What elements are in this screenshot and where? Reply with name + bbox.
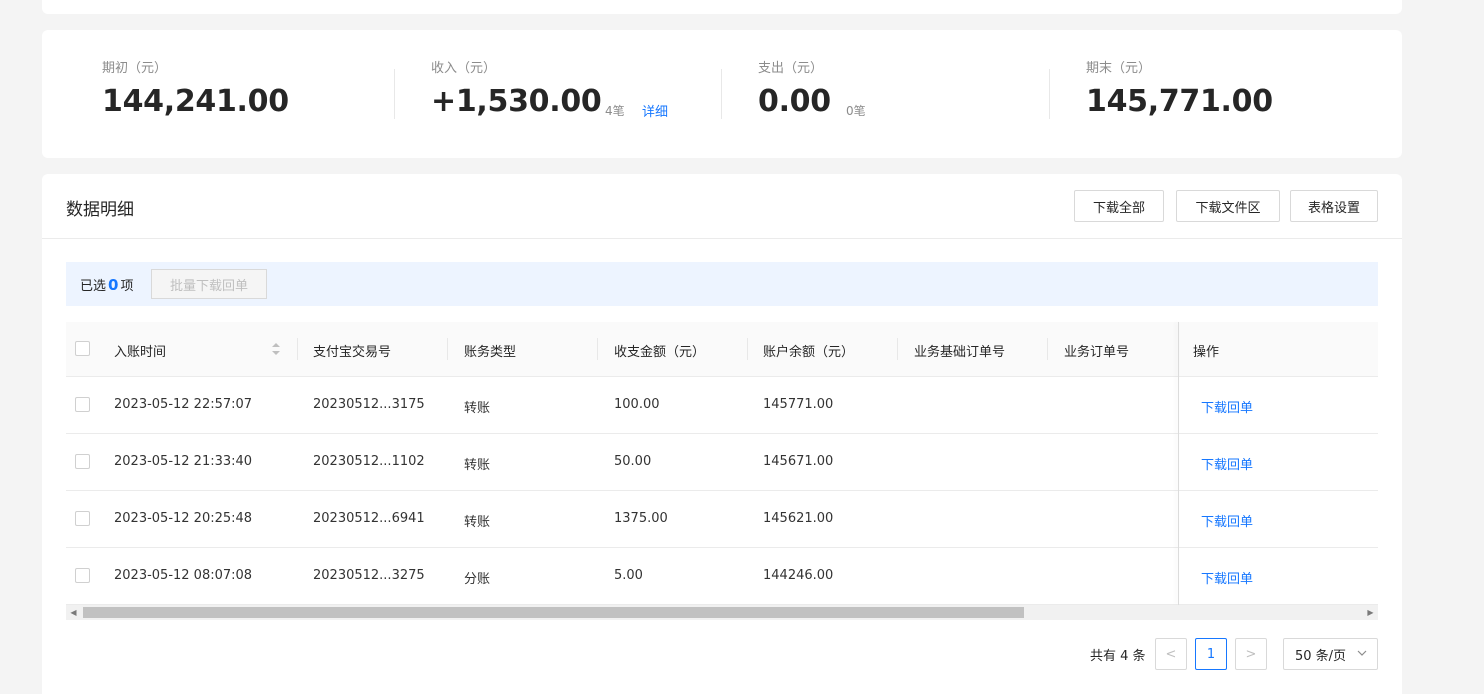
col-sep (747, 338, 748, 360)
batch-download-button[interactable]: 批量下载回单 (151, 269, 267, 299)
col-balance: 账户余额（元） (763, 345, 855, 360)
chevron-left-icon[interactable]: < (1155, 638, 1187, 670)
select-all-checkbox[interactable] (75, 341, 90, 356)
income-detail-link[interactable]: 详细 (642, 101, 668, 120)
stat-value: +1,530.00 (431, 84, 602, 119)
chevron-down-icon (1357, 648, 1367, 661)
col-amount: 收支金额（元） (614, 345, 706, 360)
download-receipt-link[interactable]: 下载回单 (1201, 568, 1253, 587)
col-sep (447, 338, 448, 360)
fixed-column-divider (1178, 322, 1179, 605)
table-row: 2023-05-12 21:33:40 20230512...1102 转账 5… (66, 434, 1378, 491)
row-checkbox[interactable] (75, 397, 90, 412)
col-sep (897, 338, 898, 360)
cell-balance: 145621.00 (763, 511, 834, 526)
cell-type: 转账 (464, 515, 491, 530)
detail-title: 数据明细 (66, 200, 134, 220)
cell-trade-no: 20230512...3175 (313, 397, 425, 412)
row-checkbox[interactable] (75, 454, 90, 469)
stat-count: 4笔 (605, 104, 625, 118)
stat-label: 收入（元） (431, 61, 497, 76)
selection-suffix: 项 (120, 279, 134, 294)
col-time[interactable]: 入账时间 (114, 341, 166, 360)
selection-count: 0 (108, 276, 119, 294)
col-type: 账务类型 (464, 345, 517, 360)
selection-prefix: 已选 (80, 279, 107, 294)
cell-balance: 145671.00 (763, 454, 834, 469)
cell-amount: 5.00 (614, 568, 643, 583)
cell-trade-no: 20230512...6941 (313, 511, 425, 526)
top-card (42, 0, 1402, 14)
col-order: 业务订单号 (1064, 345, 1130, 360)
detail-header: 数据明细 下载全部 下载文件区 表格设置 (42, 174, 1402, 239)
stat-label: 期初（元） (102, 61, 168, 76)
page-number-button[interactable]: 1 (1195, 638, 1227, 670)
page-size-value: 50 条/页 (1295, 648, 1347, 664)
cell-time: 2023-05-12 08:07:08 (114, 568, 253, 583)
row-checkbox[interactable] (75, 511, 90, 526)
col-action: 操作 (1193, 345, 1220, 360)
divider (1049, 69, 1050, 119)
cell-amount: 1375.00 (614, 511, 668, 526)
cell-time: 2023-05-12 21:33:40 (114, 454, 253, 469)
cell-type: 分账 (464, 572, 491, 587)
stat-label: 支出（元） (758, 61, 824, 76)
summary-card: 期初（元） 144,241.00 收入（元） +1,530.00 4笔 详细 支… (42, 30, 1402, 158)
cell-type: 转账 (464, 401, 491, 416)
cell-type: 转账 (464, 458, 491, 473)
stat-value: 144,241.00 (102, 84, 289, 119)
cell-time: 2023-05-12 22:57:07 (114, 397, 253, 412)
table-settings-button[interactable]: 表格设置 (1290, 190, 1378, 222)
cell-trade-no: 20230512...3275 (313, 568, 425, 583)
table-row: 2023-05-12 20:25:48 20230512...6941 转账 1… (66, 491, 1378, 548)
download-receipt-link[interactable]: 下载回单 (1201, 454, 1253, 473)
cell-trade-no: 20230512...1102 (313, 454, 425, 469)
cell-balance: 145771.00 (763, 397, 834, 412)
stat-value: 145,771.00 (1086, 84, 1273, 119)
download-receipt-link[interactable]: 下载回单 (1201, 397, 1253, 416)
detail-card: 数据明细 下载全部 下载文件区 表格设置 已选 0 项 批量下载回单 入账时间 支付… (42, 174, 1402, 694)
col-sep (597, 338, 598, 360)
col-trade-no: 支付宝交易号 (313, 345, 392, 360)
scrollbar-thumb[interactable] (83, 607, 1024, 618)
download-receipt-link[interactable]: 下载回单 (1201, 511, 1253, 530)
page-size-select[interactable]: 50 条/页 (1283, 638, 1378, 670)
cell-amount: 50.00 (614, 454, 652, 469)
cell-amount: 100.00 (614, 397, 660, 412)
stat-count: 0笔 (846, 104, 866, 118)
chevron-right-icon[interactable]: > (1235, 638, 1267, 670)
col-base-order: 业务基础订单号 (914, 345, 1006, 360)
download-area-button[interactable]: 下载文件区 (1176, 190, 1280, 222)
stat-label: 期末（元） (1086, 61, 1152, 76)
row-checkbox[interactable] (75, 568, 90, 583)
scroll-left-icon[interactable]: ◀ (66, 605, 81, 620)
table-row: 2023-05-12 08:07:08 20230512...3275 分账 5… (66, 548, 1378, 605)
divider (394, 69, 395, 119)
cell-time: 2023-05-12 20:25:48 (114, 511, 253, 526)
scroll-right-icon[interactable]: ▶ (1363, 605, 1378, 620)
download-all-button[interactable]: 下载全部 (1074, 190, 1164, 222)
table-row: 2023-05-12 22:57:07 20230512...3175 转账 1… (66, 377, 1378, 434)
table-header: 入账时间 支付宝交易号 账务类型 收支金额（元） 账户余额（元） 业务基础订单号… (66, 322, 1378, 377)
horizontal-scrollbar[interactable]: ◀ ▶ (66, 605, 1378, 620)
stat-value: 0.00 (758, 84, 831, 119)
cell-balance: 144246.00 (763, 568, 834, 583)
pagination-total: 共有 4 条 (1090, 649, 1146, 664)
col-sep (297, 338, 298, 360)
divider (721, 69, 722, 119)
selection-bar: 已选 0 项 批量下载回单 (66, 262, 1378, 306)
sort-icon[interactable] (271, 342, 281, 356)
selection-text: 已选 0 项 (80, 275, 133, 294)
col-sep (1047, 338, 1048, 360)
